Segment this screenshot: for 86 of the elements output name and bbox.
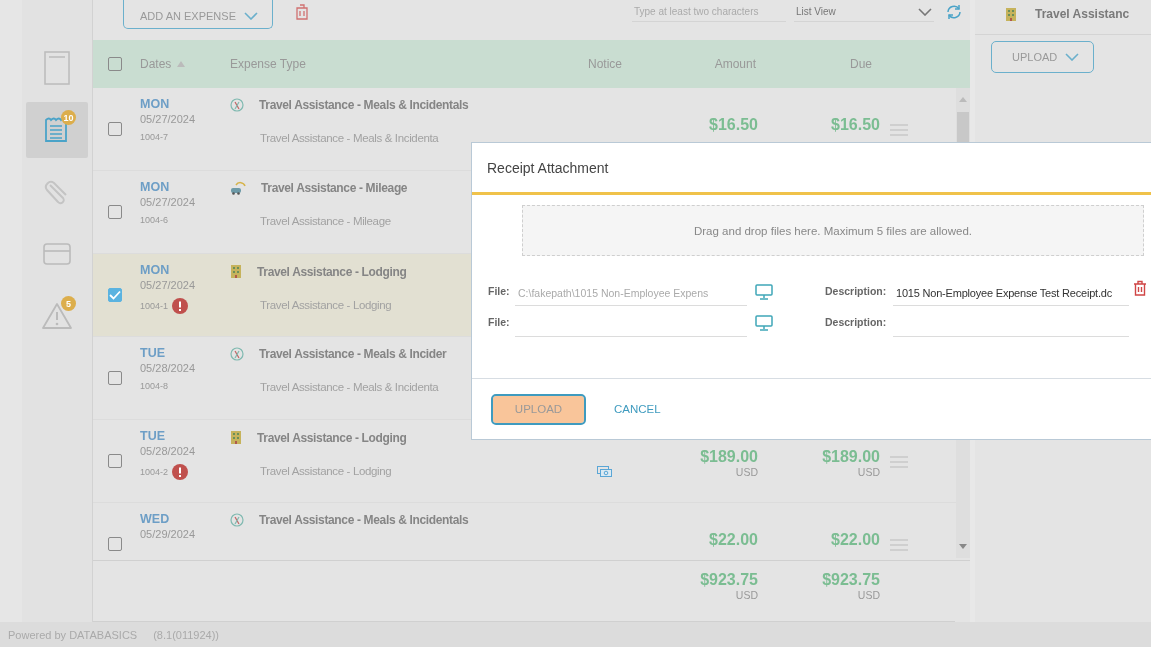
date-text: 05/28/2024 [140, 445, 197, 457]
cancel-button[interactable]: CANCEL [608, 402, 667, 416]
day-text: WED [140, 512, 171, 526]
refresh-icon [946, 4, 962, 20]
column-header[interactable]: Expense Type [230, 57, 306, 71]
day-text: MON [140, 180, 171, 194]
fork-knife-icon [230, 513, 244, 527]
document-icon [44, 51, 70, 85]
column-header[interactable]: Dates [140, 57, 172, 71]
dialog-title: Receipt Attachment [472, 143, 1151, 195]
file-field[interactable]: C:\fakepath\1015 Non-Employee Expens [515, 281, 747, 306]
expense-title: Travel Assistance - Mileage [261, 181, 408, 195]
amount-text: $16.50 [831, 116, 880, 134]
amount-text: $189.00 [822, 448, 880, 466]
upload-button[interactable]: UPLOAD [991, 41, 1095, 73]
reference-text: 1004-7 [140, 132, 169, 142]
reference-text: 1004-2 [140, 467, 169, 477]
day-text: MON [140, 263, 171, 277]
reference-text: 1004-6 [140, 215, 169, 225]
reference-text: 1004-8 [140, 381, 169, 391]
chevron-down-icon [918, 7, 932, 16]
checkbox[interactable] [108, 205, 122, 219]
building-icon [230, 430, 242, 445]
amount-text: $22.00 [831, 531, 880, 549]
fork-knife-icon [230, 347, 244, 361]
nav-tab[interactable]: 5 [26, 288, 88, 344]
nav-tab[interactable]: 10 [26, 102, 88, 158]
checkbox[interactable] [108, 122, 122, 136]
column-header[interactable]: Amount [714, 57, 756, 71]
description-field[interactable]: 1015 Non-Employee Expense Test Receipt.dc [893, 281, 1129, 306]
expense-subtitle: Travel Assistance - Lodging [260, 299, 393, 311]
upload-button[interactable]: UPLOAD [491, 393, 586, 425]
amount-text: $22.00 [709, 531, 758, 549]
amount-text: $189.00 [700, 448, 758, 466]
building-icon [230, 264, 242, 279]
drop-zone[interactable]: Drag and drop files here. Maximum 5 files are allowed. [522, 205, 1144, 256]
reference-text: 1004-1 [140, 301, 169, 311]
expense-title: Travel Assistance - Lodging [257, 264, 407, 279]
day-text: MON [140, 97, 171, 111]
currency-text: USD [735, 589, 758, 601]
field-label: Description: [824, 285, 888, 299]
expense-title: Travel Assistance - Meals & Incidentals [259, 98, 469, 112]
checkmark-icon [109, 290, 121, 300]
date-text: 05/29/2024 [140, 528, 197, 540]
card-icon [43, 243, 71, 265]
currency-text: USD [857, 589, 880, 601]
column-header[interactable]: Notice [588, 57, 622, 71]
checkbox[interactable] [108, 454, 122, 468]
expense-title: Travel Assistance - Meals & Incidentals [259, 513, 469, 527]
expense-subtitle: Travel Assistance - Meals & Incidenta [260, 381, 440, 393]
checkbox[interactable] [108, 537, 122, 551]
count-badge: 5 [61, 296, 76, 311]
field-label: File: [488, 316, 511, 330]
field-label: Description: [824, 316, 888, 330]
checkbox[interactable] [108, 57, 122, 71]
count-badge: 10 [61, 110, 76, 125]
day-text: TUE [140, 429, 166, 443]
trash-icon [295, 4, 309, 20]
amount-text: $923.75 [700, 571, 758, 589]
day-text: TUE [140, 346, 166, 360]
expense-title: Travel Assistance - Lodging [257, 430, 407, 445]
date-text: 05/27/2024 [140, 279, 197, 291]
field-label: File: [488, 285, 511, 299]
checkbox[interactable] [108, 288, 122, 302]
panel-title: Travel Assistanc [1035, 7, 1130, 21]
date-text: 05/27/2024 [140, 113, 197, 125]
fork-knife-icon [230, 98, 244, 112]
view-select[interactable]: List View [794, 2, 934, 22]
expense-title: Travel Assistance - Meals & Incider [259, 347, 447, 361]
add-expense-button[interactable]: ADD AN EXPENSE [123, 0, 273, 29]
expense-subtitle: Travel Assistance - Lodging [260, 465, 393, 477]
amount-text: $16.50 [709, 116, 758, 134]
warning-icon [41, 302, 73, 330]
chevron-down-icon [244, 11, 258, 20]
chevron-down-icon [1065, 53, 1080, 61]
building-icon [1005, 6, 1017, 22]
amount-text: $923.75 [822, 571, 880, 589]
car-icon [230, 181, 246, 195]
expense-subtitle: Travel Assistance - Mileage [260, 215, 392, 227]
checkbox[interactable] [108, 371, 122, 385]
date-text: 05/28/2024 [140, 362, 197, 374]
expense-subtitle: Travel Assistance - Meals & Incidenta [260, 132, 440, 144]
column-header[interactable]: Due [850, 57, 872, 71]
currency-text: USD [735, 466, 758, 478]
date-text: 05/27/2024 [140, 196, 197, 208]
currency-text: USD [857, 466, 880, 478]
